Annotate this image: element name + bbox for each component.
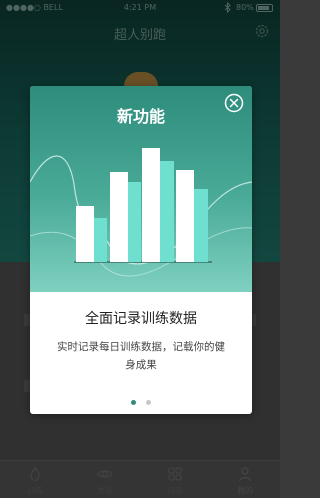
dialog-headline: 全面记录训练数据 [85,311,197,327]
bar-teal [194,189,208,262]
bar-teal [128,182,141,262]
bar-white [176,170,194,262]
bar-white [110,172,128,262]
page-dot-active[interactable] [131,400,137,405]
bar-white [142,148,160,262]
bar-white [76,206,94,262]
new-feature-dialog: 新功能 全面记录训练数据 实时记录每日训练数据，记载你的健身成果 [30,86,252,414]
close-icon[interactable] [224,93,244,113]
bar-teal [94,218,107,262]
dialog-description: 实时记录每日训练数据，记载你的健身成果 [57,341,225,371]
page-indicator [30,390,252,405]
page-dot[interactable] [145,400,151,405]
dialog-title: 新功能 [116,107,165,126]
bar-teal [160,161,174,262]
